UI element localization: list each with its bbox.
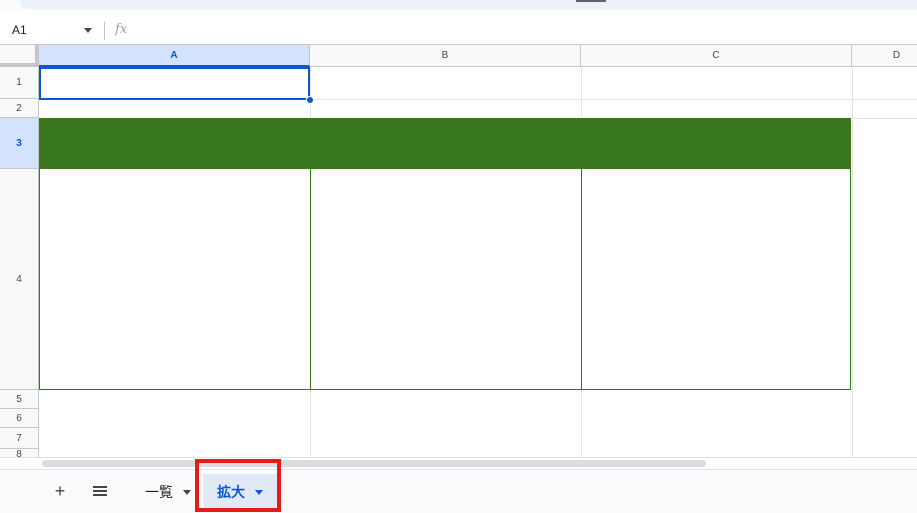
toolbar-edge	[0, 0, 917, 10]
add-sheet-button[interactable]: +	[47, 479, 73, 503]
menu-icon	[93, 486, 107, 496]
row-header-4[interactable]: 4	[0, 169, 39, 390]
cell-border	[581, 169, 582, 390]
row-header-8[interactable]: 8	[0, 449, 39, 457]
bordered-range-row-4[interactable]	[39, 169, 851, 390]
row-header-6[interactable]: 6	[0, 409, 39, 428]
sheet-tab-label: 一覧	[145, 484, 173, 500]
horizontal-scrollbar[interactable]	[0, 457, 917, 469]
caret-down-icon[interactable]	[255, 489, 263, 495]
spreadsheet-app: A1 fx A B C D 1 2 3 4 5 6 7 8 + 一覧 拡大	[0, 0, 917, 513]
cell-border	[310, 169, 311, 390]
column-header-a[interactable]: A	[39, 45, 310, 67]
toolbar-mark	[576, 0, 606, 2]
select-all-corner[interactable]	[0, 45, 39, 67]
header-band-row-3[interactable]	[39, 118, 851, 169]
sheet-tab-bar: + 一覧 拡大	[0, 469, 917, 513]
scrollbar-thumb[interactable]	[42, 460, 706, 467]
column-header-c[interactable]: C	[581, 45, 852, 67]
caret-down-icon[interactable]	[183, 489, 191, 495]
formula-bar: A1 fx	[0, 17, 917, 45]
sheet-tab-label: 拡大	[217, 484, 245, 500]
fx-icon: fx	[115, 22, 128, 37]
row-header-7[interactable]: 7	[0, 428, 39, 449]
sheet-tab-zoom[interactable]: 拡大	[203, 474, 277, 510]
all-sheets-button[interactable]	[87, 479, 113, 503]
row-header-3[interactable]: 3	[0, 118, 39, 169]
row-header-1[interactable]: 1	[0, 67, 39, 99]
sheet-grid[interactable]: A B C D 1 2 3 4 5 6 7 8	[0, 45, 917, 457]
name-box[interactable]: A1	[12, 23, 27, 37]
fill-handle[interactable]	[306, 96, 314, 104]
sheet-tab-list[interactable]: 一覧	[145, 474, 191, 510]
row-header-2[interactable]: 2	[0, 99, 39, 118]
column-header-d[interactable]: D	[852, 45, 917, 67]
row-header-5[interactable]: 5	[0, 390, 39, 409]
name-box-dropdown-icon[interactable]	[84, 28, 92, 33]
plus-icon: +	[54, 480, 66, 501]
toolbar-strip	[20, 0, 917, 9]
column-header-b[interactable]: B	[310, 45, 581, 67]
formula-bar-divider	[104, 22, 105, 40]
selected-cell-a1[interactable]	[39, 67, 310, 100]
gridline	[852, 67, 853, 457]
